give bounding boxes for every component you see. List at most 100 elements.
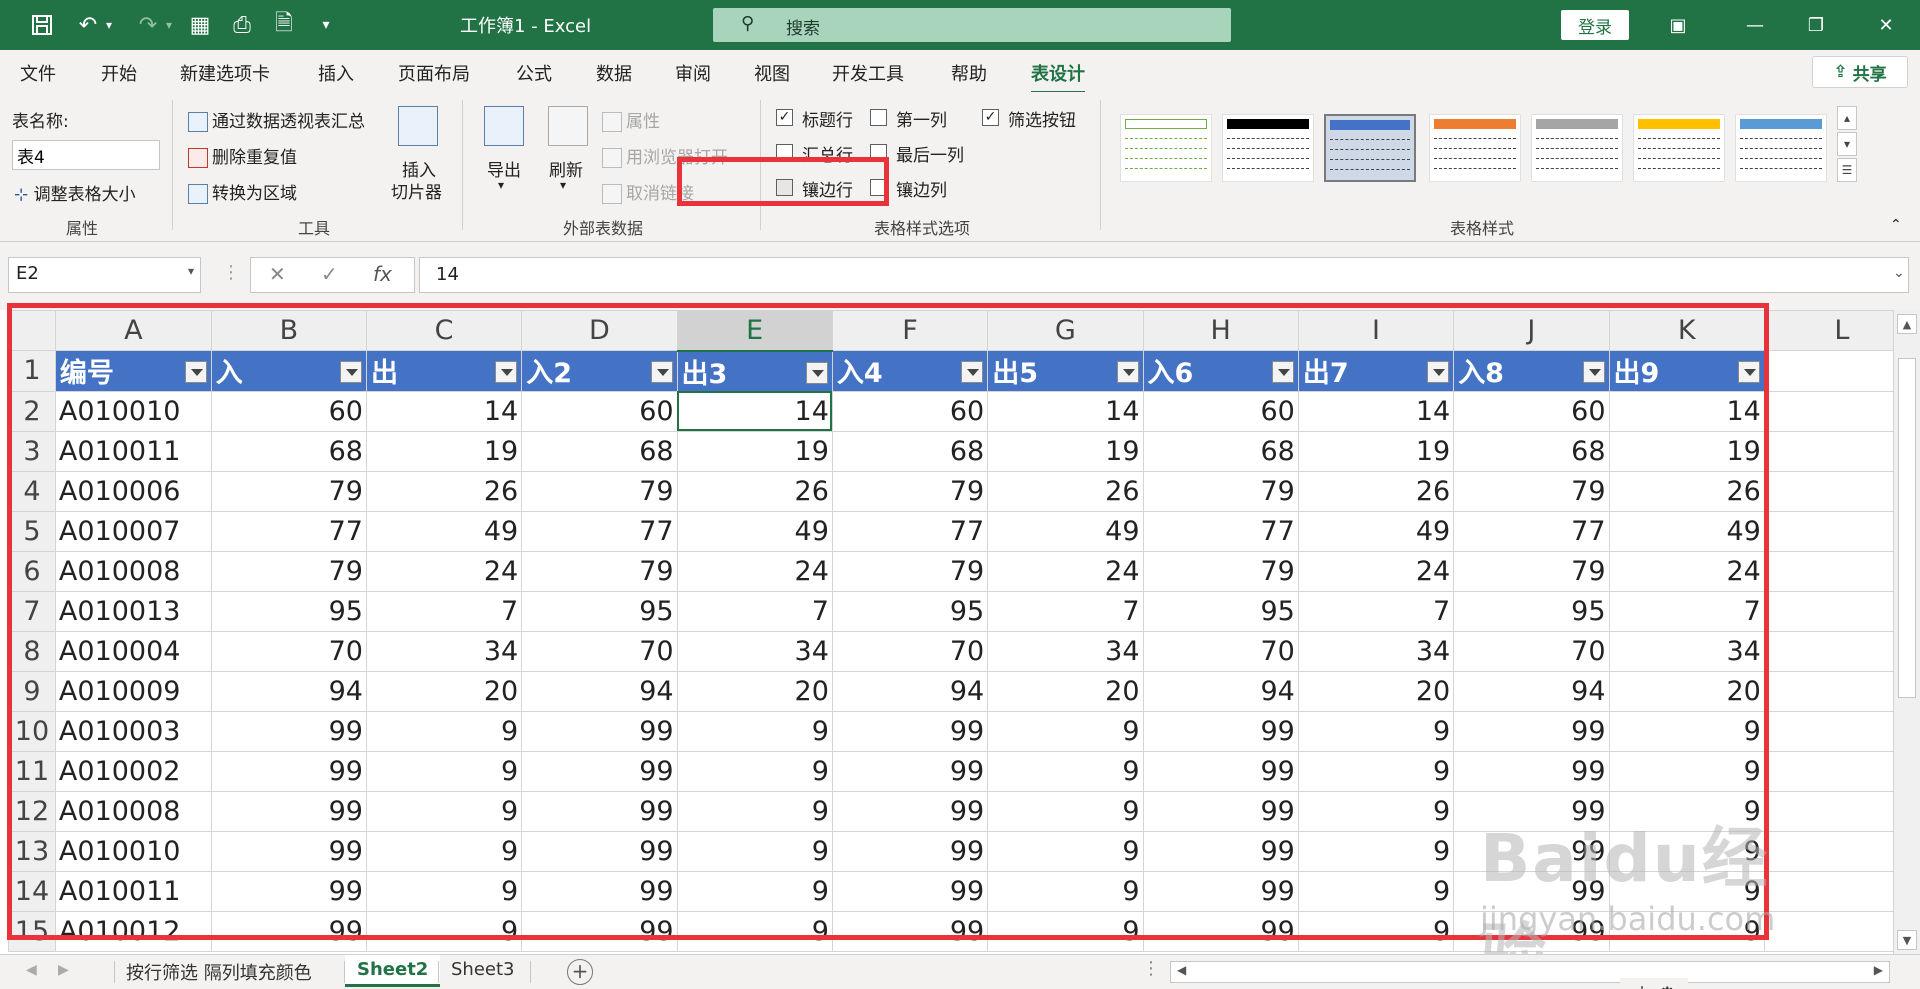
number-cell[interactable]: 9: [676, 910, 833, 952]
number-cell[interactable]: 9: [1297, 710, 1455, 752]
table-style-lightblue[interactable]: [1735, 114, 1827, 182]
row-header[interactable]: 2: [8, 390, 56, 432]
row-header[interactable]: 6: [8, 550, 56, 592]
number-cell[interactable]: 68: [831, 430, 989, 472]
number-cell[interactable]: 14: [987, 390, 1144, 432]
number-cell[interactable]: 99: [210, 750, 367, 792]
column-header-k[interactable]: K: [1608, 310, 1765, 351]
number-cell[interactable]: 9: [987, 830, 1144, 872]
scroll-thumb[interactable]: [1898, 358, 1916, 698]
tab-table-design[interactable]: 表设计: [1031, 60, 1085, 94]
filter-dropdown-icon[interactable]: [1427, 361, 1450, 383]
number-cell[interactable]: 94: [1453, 670, 1610, 712]
number-cell[interactable]: 34: [987, 630, 1144, 672]
tab-view[interactable]: 视图: [754, 60, 790, 86]
tab-help[interactable]: 帮助: [951, 60, 987, 86]
number-cell[interactable]: 70: [210, 630, 367, 672]
number-cell[interactable]: 14: [1608, 390, 1765, 432]
table-header-cell[interactable]: 出3: [676, 350, 833, 392]
tab-formulas[interactable]: 公式: [516, 60, 552, 86]
id-cell[interactable]: A010010: [54, 390, 212, 432]
number-cell[interactable]: 99: [1142, 750, 1299, 792]
number-cell[interactable]: 99: [1142, 870, 1299, 912]
number-cell[interactable]: 7: [676, 590, 833, 632]
number-cell[interactable]: 99: [831, 750, 989, 792]
number-cell[interactable]: 26: [987, 470, 1144, 512]
number-cell[interactable]: 99: [521, 830, 678, 872]
status-gear-icon[interactable]: ⚙: [1658, 982, 1676, 989]
name-box[interactable]: E2 ▾: [8, 257, 201, 293]
prev-sheet-icon[interactable]: ◀: [26, 962, 37, 978]
banded-rows-checkbox[interactable]: [776, 179, 793, 196]
number-cell[interactable]: 99: [521, 910, 678, 952]
close-icon[interactable]: ✕: [1856, 0, 1916, 50]
row-header[interactable]: 7: [8, 590, 56, 632]
scroll-down-icon[interactable]: ▼: [1897, 930, 1917, 950]
number-cell[interactable]: 9: [1608, 710, 1765, 752]
table-style-gray[interactable]: [1531, 114, 1623, 182]
column-header-i[interactable]: I: [1297, 310, 1455, 351]
number-cell[interactable]: 9: [987, 870, 1144, 912]
minimize-icon[interactable]: —: [1725, 0, 1785, 50]
expand-formula-bar-icon[interactable]: ⌄: [1893, 265, 1905, 281]
number-cell[interactable]: 26: [365, 470, 523, 512]
table-style-green[interactable]: [1120, 114, 1212, 182]
number-cell[interactable]: 70: [831, 630, 989, 672]
number-cell[interactable]: 20: [1608, 670, 1765, 712]
number-cell[interactable]: 9: [1297, 910, 1455, 952]
number-cell[interactable]: 70: [1453, 630, 1610, 672]
id-cell[interactable]: A010006: [54, 470, 212, 512]
number-cell[interactable]: 26: [1297, 470, 1455, 512]
gallery-more-icon[interactable]: ☰: [1837, 158, 1857, 182]
id-cell[interactable]: A010004: [54, 630, 212, 672]
number-cell[interactable]: 79: [1142, 550, 1299, 592]
number-cell[interactable]: 9: [365, 790, 523, 832]
filter-button-checkbox[interactable]: ✓: [982, 109, 999, 126]
number-cell[interactable]: 49: [1297, 510, 1455, 552]
number-cell[interactable]: 9: [987, 750, 1144, 792]
sheet-tab-filter[interactable]: 按行筛选 隔列填充颜色: [114, 955, 324, 987]
filter-dropdown-icon[interactable]: [184, 361, 207, 383]
id-cell[interactable]: A010011: [54, 430, 212, 472]
number-cell[interactable]: 60: [521, 390, 678, 432]
id-cell[interactable]: A010009: [54, 670, 212, 712]
tab-review[interactable]: 审阅: [675, 60, 711, 86]
column-header-c[interactable]: C: [365, 310, 523, 351]
column-header-h[interactable]: H: [1142, 310, 1299, 351]
table-header-cell[interactable]: 入: [210, 350, 367, 392]
number-cell[interactable]: 99: [1453, 830, 1610, 872]
id-cell[interactable]: A010007: [54, 510, 212, 552]
number-cell[interactable]: 99: [831, 710, 989, 752]
number-cell[interactable]: 9: [1608, 830, 1765, 872]
table-header-cell[interactable]: 出: [365, 350, 523, 392]
number-cell[interactable]: 34: [676, 630, 833, 672]
row-header[interactable]: 12: [8, 790, 56, 832]
number-cell[interactable]: 79: [1453, 550, 1610, 592]
table-style-blue-selected[interactable]: [1324, 114, 1416, 182]
id-cell[interactable]: A010003: [54, 710, 212, 752]
number-cell[interactable]: 34: [1608, 630, 1765, 672]
sheet-tab-sheet3[interactable]: Sheet3: [439, 955, 527, 987]
column-header-b[interactable]: B: [210, 310, 367, 351]
number-cell[interactable]: 24: [1608, 550, 1765, 592]
tab-developer[interactable]: 开发工具: [832, 60, 904, 86]
number-cell[interactable]: 19: [676, 430, 833, 472]
print-preview-icon[interactable]: ⎙: [222, 0, 262, 50]
id-cell[interactable]: A010012: [54, 910, 212, 952]
next-sheet-icon[interactable]: ▶: [58, 962, 69, 978]
form-icon[interactable]: ▦: [180, 0, 220, 50]
last-column-checkbox[interactable]: [870, 144, 887, 161]
number-cell[interactable]: 9: [1608, 910, 1765, 952]
id-cell[interactable]: A010011: [54, 870, 212, 912]
column-header-j[interactable]: J: [1453, 310, 1610, 351]
number-cell[interactable]: 79: [831, 550, 989, 592]
number-cell[interactable]: 60: [210, 390, 367, 432]
number-cell[interactable]: 95: [831, 590, 989, 632]
filter-dropdown-icon[interactable]: [1737, 361, 1760, 383]
number-cell[interactable]: 9: [365, 750, 523, 792]
enter-icon[interactable]: ✓: [321, 262, 338, 286]
table-header-cell[interactable]: 入2: [521, 350, 678, 392]
export-dropdown-icon[interactable]: ▾: [498, 178, 504, 192]
number-cell[interactable]: 20: [676, 670, 833, 712]
horizontal-scrollbar[interactable]: ◀ ▶: [1170, 961, 1890, 983]
